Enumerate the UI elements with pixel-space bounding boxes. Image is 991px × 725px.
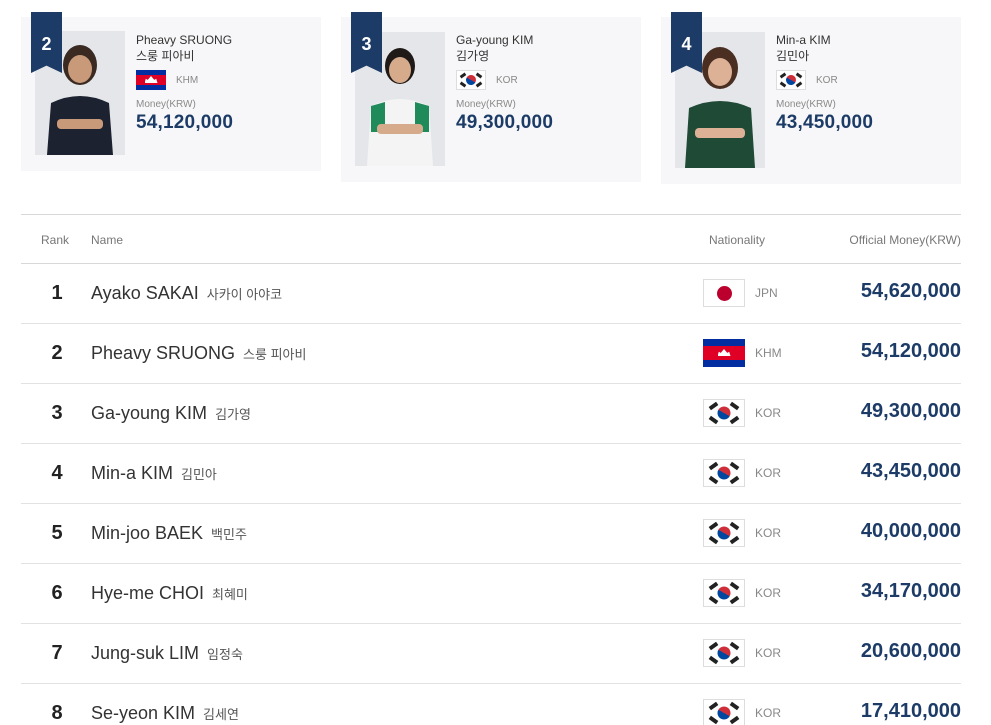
jpn-flag-icon — [703, 279, 745, 307]
rank-badge: 3 — [351, 12, 382, 73]
kor-flag-icon — [703, 639, 745, 667]
row-name-en: Jung-suk LIM — [91, 643, 200, 663]
table-row[interactable]: 2 Pheavy SRUONG 스룽 피아비 KHM 54,120,000 — [21, 324, 961, 384]
khm-flag-icon — [136, 70, 166, 90]
row-rank: 3 — [51, 402, 63, 424]
row-name-ko: 임정숙 — [207, 647, 243, 662]
player-name-ko: 김민아 — [776, 49, 810, 63]
row-money: 40,000,000 — [860, 520, 961, 542]
row-money: 54,120,000 — [860, 340, 961, 362]
row-rank: 4 — [51, 462, 63, 484]
row-rank: 5 — [51, 522, 63, 544]
row-name-ko: 김민아 — [181, 467, 217, 482]
kor-flag-icon — [776, 70, 806, 90]
table-row[interactable]: 7 Jung-suk LIM 임정숙 KOR 20,600,000 — [21, 624, 961, 684]
player-name-ko: 스룽 피아비 — [136, 49, 195, 63]
header-name[interactable]: Name — [91, 233, 123, 247]
header-nationality[interactable]: Nationality — [709, 233, 765, 247]
row-name-en: Ga-young KIM — [91, 403, 208, 423]
kor-flag-icon — [703, 579, 745, 607]
row-rank: 8 — [51, 702, 63, 724]
table-row[interactable]: 8 Se-yeon KIM 김세연 KOR 17,410,000 — [21, 684, 961, 725]
row-player-name[interactable]: Min-a KIM 김민아 — [91, 463, 217, 484]
player-card-2[interactable]: 2 Pheavy SRUONG 스룽 피아비 KHM Money(KRW) 54… — [21, 12, 321, 171]
table-row[interactable]: 1 Ayako SAKAI 사카이 아야코 JPN 54,620,000 — [21, 264, 961, 324]
row-money: 49,300,000 — [860, 400, 961, 422]
row-player-name[interactable]: Ayako SAKAI 사카이 아야코 — [91, 283, 282, 304]
player-card-4[interactable]: 4 Min-a KIM 김민아 KOR Money(KRW) 43,450,00… — [661, 12, 961, 184]
row-name-ko: 김가영 — [215, 407, 251, 422]
row-name-ko: 최혜미 — [212, 587, 248, 602]
table-row[interactable]: 4 Min-a KIM 김민아 KOR 43,450,000 — [21, 444, 961, 504]
nationality-code: KHM — [176, 74, 199, 86]
header-rank[interactable]: Rank — [41, 233, 69, 247]
table-row[interactable]: 5 Min-joo BAEK 백민주 KOR 40,000,000 — [21, 504, 961, 564]
row-nationality: KOR — [755, 586, 782, 600]
kor-flag-icon — [456, 70, 486, 90]
table-row[interactable]: 3 Ga-young KIM 김가영 KOR 49,300,000 — [21, 384, 961, 444]
row-name-en: Hye-me CHOI — [91, 583, 205, 603]
rank-badge: 4 — [671, 12, 702, 73]
money-label: Money(KRW) — [136, 99, 196, 110]
ranking-table: Rank Name Nationality Official Money(KRW… — [21, 214, 961, 725]
row-player-name[interactable]: Se-yeon KIM 김세연 — [91, 703, 239, 724]
player-name-ko: 김가영 — [456, 49, 490, 63]
row-nationality: KOR — [755, 706, 782, 720]
row-money: 43,450,000 — [860, 460, 961, 482]
player-name-en: Ga-young KIM — [456, 33, 534, 47]
money-value: 49,300,000 — [456, 112, 554, 133]
row-name-ko: 김세연 — [203, 707, 239, 722]
row-money: 17,410,000 — [860, 700, 961, 722]
row-nationality: KOR — [755, 646, 782, 660]
money-label: Money(KRW) — [456, 99, 516, 110]
row-nationality: KOR — [755, 406, 782, 420]
nationality-code: KOR — [496, 74, 518, 86]
row-name-ko: 백민주 — [211, 527, 247, 542]
money-value: 43,450,000 — [776, 112, 874, 133]
player-name-en: Min-a KIM — [776, 33, 831, 47]
row-nationality: KHM — [755, 346, 782, 360]
row-player-name[interactable]: Ga-young KIM 김가영 — [91, 403, 251, 424]
header-official-money[interactable]: Official Money(KRW) — [849, 233, 961, 247]
row-rank: 1 — [51, 282, 63, 304]
row-nationality: JPN — [755, 286, 778, 300]
row-rank: 2 — [51, 342, 63, 364]
player-card-3[interactable]: 3 Ga-young KIM 김가영 KOR Money(KRW) 49,300… — [341, 12, 641, 182]
kor-flag-icon — [703, 459, 745, 487]
row-name-en: Min-a KIM — [91, 463, 174, 483]
player-name-en: Pheavy SRUONG — [136, 33, 233, 47]
row-rank: 6 — [51, 582, 63, 604]
row-player-name[interactable]: Pheavy SRUONG 스룽 피아비 — [91, 343, 306, 364]
row-nationality: KOR — [755, 466, 782, 480]
rank-badge: 2 — [31, 12, 62, 73]
kor-flag-icon — [703, 519, 745, 547]
kor-flag-icon — [703, 399, 745, 427]
nationality-code: KOR — [816, 74, 838, 86]
row-player-name[interactable]: Jung-suk LIM 임정숙 — [91, 643, 243, 664]
row-nationality: KOR — [755, 526, 782, 540]
row-rank: 7 — [51, 642, 63, 664]
row-name-en: Min-joo BAEK — [91, 523, 204, 543]
row-name-ko: 스룽 피아비 — [243, 347, 307, 362]
row-name-ko: 사카이 아야코 — [206, 287, 283, 302]
row-player-name[interactable]: Min-joo BAEK 백민주 — [91, 523, 247, 544]
row-money: 54,620,000 — [860, 280, 961, 302]
money-label: Money(KRW) — [776, 99, 836, 110]
row-name-en: Se-yeon KIM — [91, 703, 196, 723]
table-header: Rank Name Nationality Official Money(KRW… — [21, 215, 961, 264]
row-player-name[interactable]: Hye-me CHOI 최혜미 — [91, 583, 248, 604]
khm-flag-icon — [703, 339, 745, 367]
row-name-en: Ayako SAKAI — [91, 283, 199, 303]
kor-flag-icon — [703, 699, 745, 725]
row-money: 20,600,000 — [860, 640, 961, 662]
row-name-en: Pheavy SRUONG — [91, 343, 236, 363]
money-value: 54,120,000 — [136, 112, 234, 133]
table-row[interactable]: 6 Hye-me CHOI 최혜미 KOR 34,170,000 — [21, 564, 961, 624]
row-money: 34,170,000 — [860, 580, 961, 602]
